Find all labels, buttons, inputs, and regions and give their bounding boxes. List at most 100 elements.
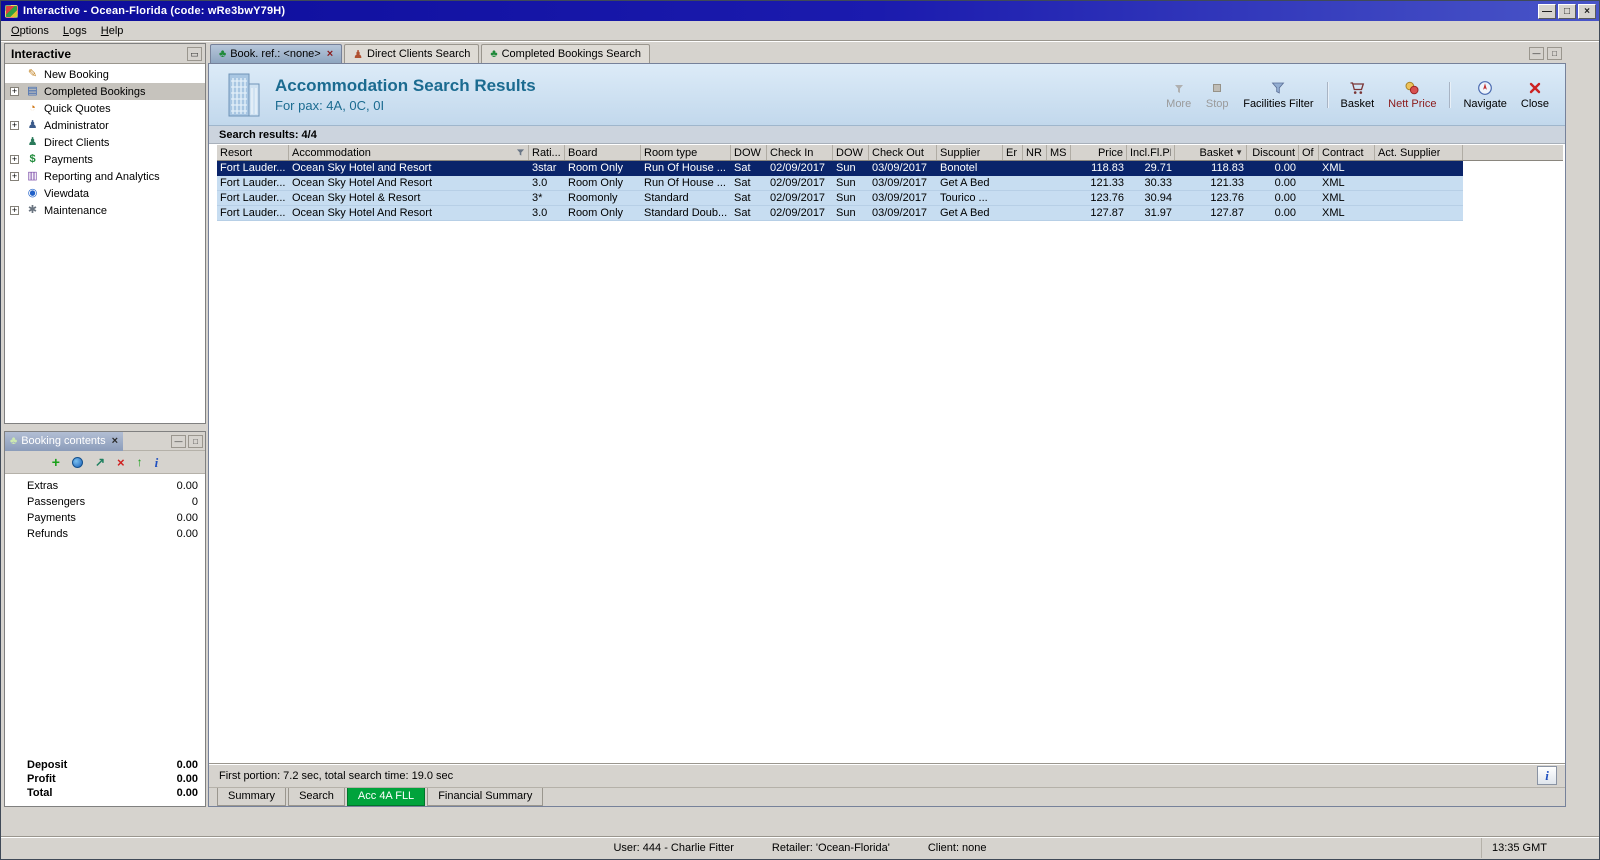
column-header-dow[interactable]: DOW <box>731 145 767 160</box>
palm-icon: ♣ <box>10 435 18 447</box>
column-header-label: Board <box>568 146 598 159</box>
window-close-button[interactable]: × <box>1578 3 1596 19</box>
table-cell: 127.87 <box>1090 207 1124 219</box>
basket-button[interactable]: Basket <box>1335 78 1381 112</box>
column-header-label: Incl.Fl.PP <box>1130 146 1171 159</box>
sidebar-item-quick-quotes[interactable]: ◔ Quick Quotes <box>5 100 205 117</box>
table-row[interactable]: Fort Lauder... Ocean Sky Hotel and Resort… <box>217 161 1463 176</box>
column-header-discount[interactable]: Discount <box>1247 145 1299 160</box>
page-subtitle: For pax: 4A, 0C, 0I <box>275 98 385 113</box>
column-header-dow[interactable]: DOW <box>833 145 869 160</box>
window-minimize-button[interactable]: — <box>1538 3 1556 19</box>
results-summary: Search results: 4/4 <box>219 128 317 141</box>
add-icon[interactable]: + <box>52 455 60 469</box>
column-header-rati[interactable]: Rati... <box>529 145 565 160</box>
world-icon[interactable] <box>71 456 83 468</box>
main-content: Accommodation Search Results For pax: 4A… <box>208 63 1566 807</box>
column-header-supplier[interactable]: Supplier <box>937 145 1003 160</box>
column-header-price[interactable]: Price <box>1071 145 1127 160</box>
column-header-ms[interactable]: MS <box>1047 145 1071 160</box>
maximize-tab-group-button[interactable]: □ <box>1547 46 1562 60</box>
bottom-tab-search[interactable]: Search <box>288 788 345 806</box>
sidebar-item-maintenance[interactable]: + ✱ Maintenance <box>5 202 205 219</box>
collapse-panel-icon[interactable]: ▭ <box>187 46 202 61</box>
column-header-basket[interactable]: Basket ▼ <box>1175 145 1247 160</box>
table-cell: Ocean Sky Hotel & Resort <box>292 192 421 204</box>
expand-icon[interactable]: + <box>10 155 19 164</box>
table-cell: 31.97 <box>1144 207 1172 219</box>
column-header-check-out[interactable]: Check Out <box>869 145 937 160</box>
navigate-button[interactable]: Navigate <box>1457 78 1512 112</box>
filter-funnel-icon[interactable] <box>516 148 525 157</box>
table-cell: Run Of House ... <box>644 177 726 189</box>
menu-logs[interactable]: Logs <box>56 22 94 40</box>
minimize-tab-group-button[interactable]: — <box>1529 46 1544 60</box>
delete-icon[interactable]: × <box>117 456 125 469</box>
tab-direct-clients-search[interactable]: ♟ Direct Clients Search <box>344 44 480 63</box>
table-cell: Get A Bed <box>940 177 990 189</box>
table-cell <box>1299 191 1319 205</box>
menu-help[interactable]: Help <box>94 22 131 40</box>
close-booking-contents-icon[interactable]: × <box>112 435 118 447</box>
tab-book-ref-none[interactable]: ♣ Book. ref.: <none> × <box>210 44 343 63</box>
sidebar-item-direct-clients[interactable]: ♟ Direct Clients <box>5 134 205 151</box>
info-icon[interactable]: i <box>155 456 159 469</box>
booking-contents-tab[interactable]: ♣ Booking contents × <box>5 431 124 451</box>
toolbar-separator <box>1326 81 1328 108</box>
column-header-act-supplier[interactable]: Act. Supplier <box>1375 145 1463 160</box>
export-icon[interactable]: ↗ <box>95 456 105 468</box>
bottom-tab-acc-4a-fll[interactable]: Acc 4A FLL <box>346 788 426 806</box>
column-header-of[interactable]: Of <box>1299 145 1319 160</box>
column-header-nr[interactable]: NR <box>1023 145 1047 160</box>
table-cell: Room Only <box>568 162 624 174</box>
expand-icon[interactable]: + <box>10 121 19 130</box>
tab-completed-bookings-search[interactable]: ♣ Completed Bookings Search <box>481 44 651 63</box>
info-button[interactable]: i <box>1537 766 1557 785</box>
booking-contents-row: Passengers 0 <box>5 494 205 510</box>
table-row[interactable]: Fort Lauder... Ocean Sky Hotel And Resort… <box>217 176 1463 191</box>
column-header-incl-fl-pp[interactable]: Incl.Fl.PP <box>1127 145 1175 160</box>
expand-icon[interactable]: + <box>10 206 19 215</box>
sidebar-item-payments[interactable]: + $ Payments <box>5 151 205 168</box>
sidebar-item-new-booking[interactable]: ✎ New Booking <box>5 66 205 83</box>
column-header-er[interactable]: Er <box>1003 145 1023 160</box>
nett-price-button[interactable]: Nett Price <box>1382 78 1442 112</box>
sidebar-item-viewdata[interactable]: ◉ Viewdata <box>5 185 205 202</box>
sidebar-item-label: Maintenance <box>44 204 107 217</box>
table-cell: Sat <box>734 177 751 189</box>
booking-contents-total-label: Total <box>27 787 53 799</box>
column-header-contract[interactable]: Contract <box>1319 145 1375 160</box>
maximize-booking-contents-button[interactable]: □ <box>188 434 203 448</box>
tool-label: Basket <box>1340 97 1375 110</box>
sidebar-item-administrator[interactable]: + ♟ Administrator <box>5 117 205 134</box>
tool-label: Close <box>1520 97 1549 110</box>
table-cell <box>1047 161 1071 175</box>
window-maximize-button[interactable]: □ <box>1558 3 1576 19</box>
expand-icon[interactable]: + <box>10 172 19 181</box>
column-header-resort[interactable]: Resort <box>217 145 289 160</box>
table-row[interactable]: Fort Lauder... Ocean Sky Hotel & Resort 3*… <box>217 191 1463 206</box>
column-header-board[interactable]: Board <box>565 145 641 160</box>
column-header-label: Act. Supplier <box>1378 146 1441 159</box>
sort-desc-icon: ▼ <box>1235 148 1243 157</box>
status-retailer: Retailer: 'Ocean-Florida' <box>771 842 890 854</box>
column-header-room-type[interactable]: Room type <box>641 145 731 160</box>
sidebar-item-reporting-and-analytics[interactable]: + ▥ Reporting and Analytics <box>5 168 205 185</box>
table-cell: Sat <box>734 162 751 174</box>
minimize-booking-contents-button[interactable]: — <box>171 434 186 448</box>
column-header-accommodation[interactable]: Accommodation <box>289 145 529 160</box>
bottom-tab-summary[interactable]: Summary <box>217 788 287 806</box>
expand-icon[interactable]: + <box>10 87 19 96</box>
close-button[interactable]: Close <box>1515 78 1555 112</box>
status-user: User: 444 - Charlie Fitter <box>613 842 734 854</box>
column-header-check-in[interactable]: Check In <box>767 145 833 160</box>
send-icon[interactable]: ↑ <box>137 456 143 468</box>
table-row[interactable]: Fort Lauder... Ocean Sky Hotel And Resort… <box>217 206 1463 221</box>
status-client: Client: none <box>927 842 987 854</box>
bottom-tab-financial-summary[interactable]: Financial Summary <box>427 788 544 806</box>
close-tab-icon[interactable]: × <box>327 48 333 60</box>
table-cell: Bonotel <box>940 162 978 174</box>
sidebar-item-completed-bookings[interactable]: + ▤ Completed Bookings <box>5 83 205 100</box>
menu-options[interactable]: Options <box>4 22 56 40</box>
facilities-filter-button[interactable]: Facilities Filter <box>1237 78 1319 112</box>
